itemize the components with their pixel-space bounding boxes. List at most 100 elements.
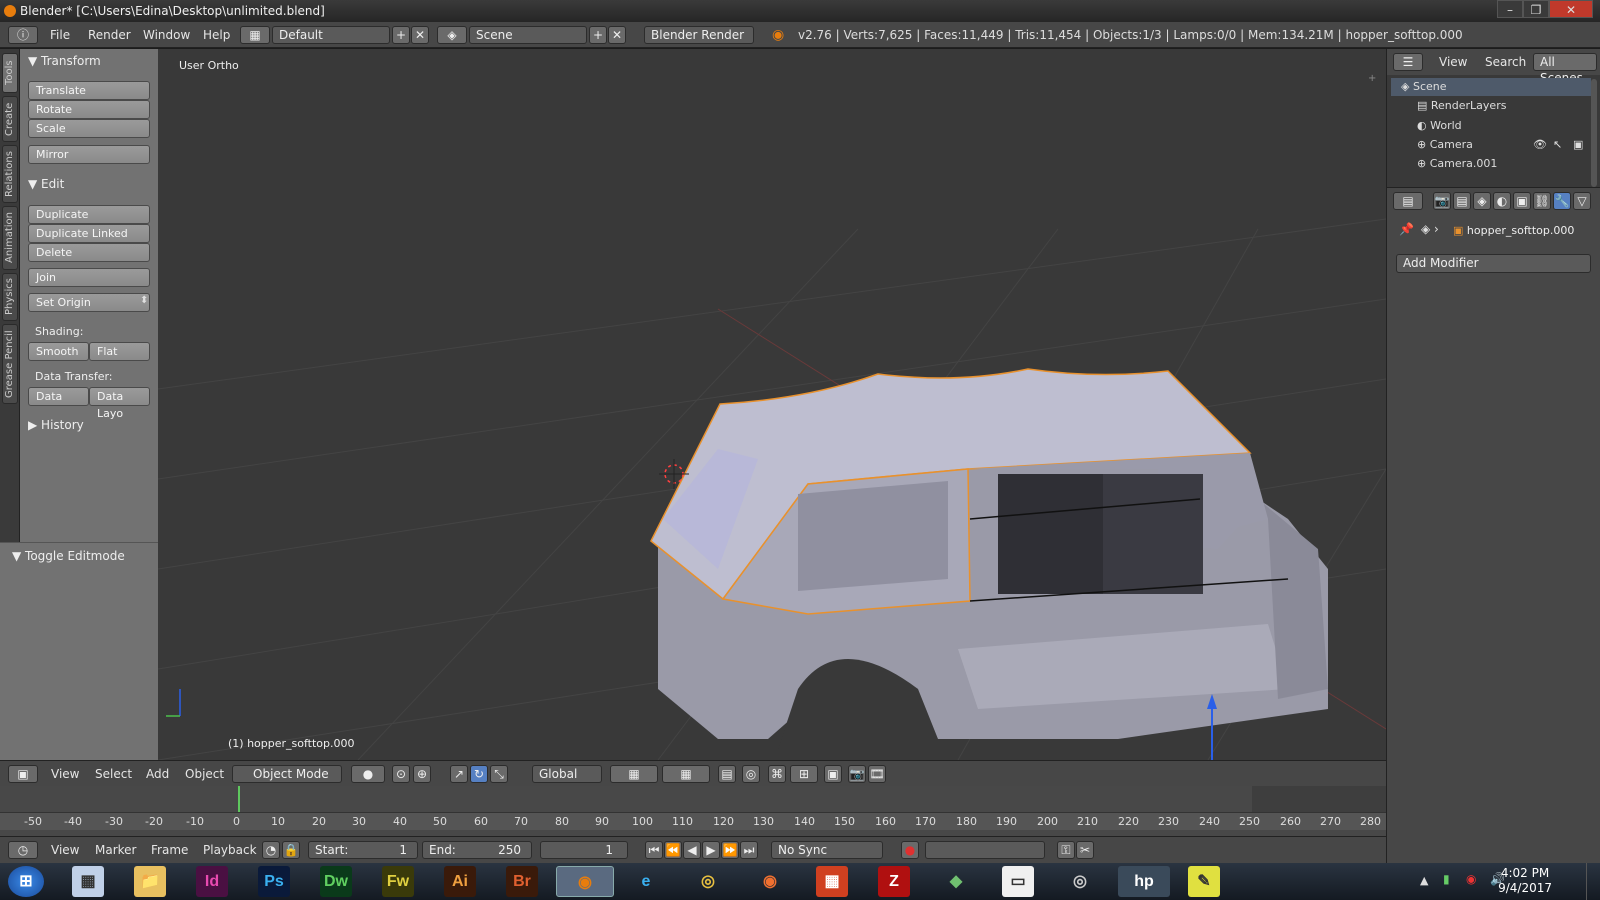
menu-help[interactable]: Help [203, 28, 230, 42]
snap-element-icon[interactable]: ⊞ [790, 765, 818, 783]
world-tab-icon[interactable]: ◐ [1493, 192, 1511, 210]
frame-ruler[interactable]: -50 -40 -30 -20 -10 0 10 20 30 40 50 60 … [0, 812, 1386, 830]
menu-frame[interactable]: Frame [151, 843, 188, 857]
shading-mode-icon[interactable]: ● [351, 765, 385, 783]
outliner-editor-icon[interactable]: ☰ [1393, 53, 1423, 71]
filezilla-icon[interactable]: Z [878, 866, 910, 897]
internet-explorer-icon[interactable]: e [630, 866, 662, 897]
sketchup-icon[interactable]: ◆ [940, 866, 972, 897]
preview-range-icon[interactable]: ◔ [262, 841, 280, 859]
maximize-button[interactable]: ❐ [1523, 0, 1549, 18]
scale-button[interactable]: Scale [28, 119, 150, 138]
flat-button[interactable]: Flat [89, 342, 150, 361]
tab-animation[interactable]: Animation [2, 206, 18, 270]
outliner-item-scene[interactable]: ◈ Scene [1401, 80, 1447, 93]
outliner-item-camera[interactable]: ⊕ Camera [1417, 138, 1473, 151]
lock-layers-icon[interactable]: ▤ [718, 765, 736, 783]
proportional-edit-icon[interactable]: ◎ [742, 765, 760, 783]
render-toggle-icon[interactable]: ▣ [1573, 138, 1583, 151]
close-button[interactable]: ✕ [1549, 0, 1593, 18]
sync-select[interactable]: No Sync [771, 841, 883, 859]
join-button[interactable]: Join [28, 268, 150, 287]
add-modifier-select[interactable]: Add Modifier [1396, 254, 1591, 273]
menu-view[interactable]: View [51, 767, 79, 781]
duplicate-button[interactable]: Duplicate [28, 205, 150, 224]
screen-layout-icon[interactable]: ▦ [240, 26, 270, 44]
play-icon[interactable]: ▶ [702, 841, 720, 859]
menu-window[interactable]: Window [143, 28, 190, 42]
next-keyframe-icon[interactable]: ⏩ [721, 841, 739, 859]
rotate-button[interactable]: Rotate [28, 100, 150, 119]
media-player-icon[interactable]: ◎ [1064, 866, 1096, 897]
tray-expand-icon[interactable]: ▲ [1420, 874, 1428, 887]
office-icon[interactable]: ▦ [816, 866, 848, 897]
opengl-render-icon[interactable]: 📷 [848, 765, 866, 783]
scale-manipulator-icon[interactable]: ⤡ [490, 765, 508, 783]
start-frame-field[interactable]: Start: 1 [308, 841, 418, 859]
transform-panel-header[interactable]: ▼ Transform [28, 54, 101, 68]
region-toggle-icon[interactable]: + [1368, 73, 1376, 84]
menu-file[interactable]: File [50, 28, 70, 42]
current-frame-field[interactable]: 1 [540, 841, 628, 859]
menu-add[interactable]: Add [146, 767, 169, 781]
layers-icon[interactable]: ▦ [610, 765, 658, 783]
menu-render[interactable]: Render [88, 28, 131, 42]
data-button[interactable]: Data [28, 387, 89, 406]
outliner-item-world[interactable]: ◐ World [1417, 119, 1462, 132]
info-editor-icon[interactable]: ⓘ [8, 26, 38, 44]
delete-button[interactable]: Delete [28, 243, 150, 262]
translate-manipulator-icon[interactable]: ↗ [450, 765, 468, 783]
tab-tools[interactable]: Tools [2, 53, 18, 93]
snap-icon[interactable]: ⌘ [768, 765, 786, 783]
outliner-scrollbar[interactable] [1591, 79, 1597, 187]
menu-marker[interactable]: Marker [95, 843, 136, 857]
3d-viewport[interactable]: User Ortho (1) hopper_softtop.000 + [158, 49, 1386, 760]
keying-set-field[interactable] [925, 841, 1045, 859]
current-frame-indicator[interactable] [238, 786, 240, 812]
system-clock[interactable]: 4:02 PM 9/4/2017 [1498, 866, 1552, 896]
bridge-icon[interactable]: Br [506, 866, 538, 897]
dreamweaver-icon[interactable]: Dw [320, 866, 352, 897]
calculator-icon[interactable]: ▦ [72, 866, 104, 897]
translate-button[interactable]: Translate [28, 81, 150, 100]
photoshop-icon[interactable]: Ps [258, 866, 290, 897]
fireworks-icon[interactable]: Fw [382, 866, 414, 897]
duplicate-linked-button[interactable]: Duplicate Linked [28, 224, 150, 243]
set-origin-button[interactable]: Set Origin [28, 293, 150, 312]
visibility-eye-icon[interactable]: 👁 [1533, 138, 1547, 151]
file-explorer-icon[interactable]: 📁 [134, 866, 166, 897]
data-tab-icon[interactable]: ▽ [1573, 192, 1591, 210]
opengl-anim-icon[interactable]: 🎞 [868, 765, 886, 783]
operator-panel-header[interactable]: ▼ Toggle Editmode [12, 549, 125, 563]
tab-relations[interactable]: Relations [2, 145, 18, 203]
remove-scene-icon[interactable]: ✕ [608, 26, 626, 44]
document-icon[interactable]: ▭ [1002, 866, 1034, 897]
add-scene-icon[interactable]: + [589, 26, 607, 44]
show-desktop-button[interactable] [1586, 863, 1600, 900]
menu-select[interactable]: Select [95, 767, 132, 781]
record-icon[interactable]: ● [901, 841, 919, 859]
delete-keyframe-icon[interactable]: ✂ [1076, 841, 1094, 859]
jump-start-icon[interactable]: ⏮ [645, 841, 663, 859]
pivot-point-icon[interactable]: ⊙ [392, 765, 410, 783]
jump-end-icon[interactable]: ⏭ [740, 841, 758, 859]
insert-keyframe-icon[interactable]: ⚿ [1057, 841, 1075, 859]
smooth-button[interactable]: Smooth [28, 342, 89, 361]
transform-orientation-select[interactable]: Global [532, 765, 602, 783]
history-panel-header[interactable]: ▶ History [28, 418, 84, 432]
outliner-menu-view[interactable]: View [1439, 55, 1467, 69]
pin-icon[interactable]: 📌 [1399, 222, 1414, 236]
blender-taskbar-icon[interactable]: ◉ [556, 866, 614, 897]
tab-create[interactable]: Create [2, 96, 18, 142]
timeline-editor-icon[interactable]: ◷ [8, 841, 38, 859]
play-reverse-icon[interactable]: ◀ [683, 841, 701, 859]
menu-object[interactable]: Object [185, 767, 224, 781]
start-button[interactable]: ⊞ [8, 866, 44, 897]
hp-icon[interactable]: hp [1118, 866, 1170, 897]
tab-physics[interactable]: Physics [2, 273, 18, 321]
constraints-tab-icon[interactable]: ⛓ [1533, 192, 1551, 210]
add-layout-icon[interactable]: + [392, 26, 410, 44]
select-arrow-icon[interactable]: ↖ [1553, 138, 1562, 151]
edit-panel-header[interactable]: ▼ Edit [28, 177, 64, 191]
illustrator-icon[interactable]: Ai [444, 866, 476, 897]
